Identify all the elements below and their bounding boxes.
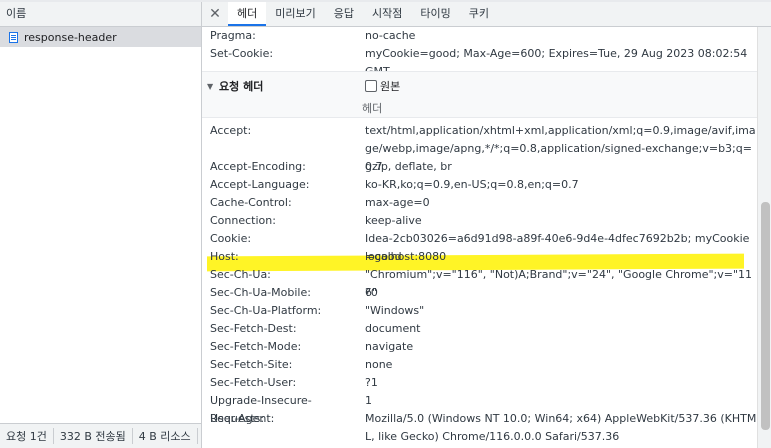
header-key: Sec-Fetch-Mode: — [210, 340, 302, 353]
header-key: Accept-Language: — [210, 178, 310, 191]
request-header-row: Accept-Language: ko-KR,ko;q=0.9,en-US;q=… — [210, 176, 757, 194]
request-header-row: Sec-Fetch-Dest: document — [210, 320, 757, 338]
close-icon[interactable]: ✕ — [202, 6, 228, 22]
response-header-row: Pragma: no-cache — [210, 27, 757, 45]
request-header-row: Sec-Fetch-Site: none — [210, 356, 757, 374]
checkbox-label: 원본 — [380, 80, 401, 93]
section-title: 요청 헤더 — [219, 80, 264, 93]
request-row-response-header[interactable]: response-header — [0, 27, 201, 47]
request-list-panel: 이름 response-header 요청 1건 332 B 전송됨 4 B 리… — [0, 2, 202, 448]
network-status-bar: 요청 1건 332 B 전송됨 4 B 리소스 — [0, 423, 201, 448]
header-key: User-Agent: — [210, 412, 275, 425]
header-value: localhost:8080 — [365, 250, 447, 263]
header-value: gzip, deflate, br — [365, 160, 452, 173]
headers-content: Pragma: no-cache Set-Cookie: myCookie=go… — [202, 27, 757, 448]
request-name: response-header — [24, 30, 117, 44]
request-header-row: User-Agent: Mozilla/5.0 (Windows NT 10.0… — [210, 410, 757, 446]
detail-tabbar: ✕ 헤더 미리보기 응답 시작점 타이밍 쿠키 — [202, 2, 771, 27]
header-key: Pragma: — [210, 29, 256, 42]
header-key: Accept-Encoding: — [210, 160, 306, 173]
scrollbar-thumb[interactable] — [761, 202, 770, 430]
header-value: "Windows" — [365, 304, 425, 317]
request-header-row: Connection: keep-alive — [210, 212, 757, 230]
header-key: Host: — [210, 250, 239, 263]
header-key: Sec-Ch-Ua-Mobile: — [210, 286, 311, 299]
header-value: max-age=0 — [365, 196, 430, 209]
tab-timing[interactable]: 타이밍 — [411, 2, 459, 26]
header-value: keep-alive — [365, 214, 422, 227]
request-header-row: Sec-Ch-Ua-Platform: "Windows" — [210, 302, 757, 320]
tab-response[interactable]: 응답 — [325, 2, 363, 26]
header-key: Connection: — [210, 214, 276, 227]
header-value: none — [365, 358, 393, 371]
request-header-row: Sec-Fetch-Mode: navigate — [210, 338, 757, 356]
tab-preview[interactable]: 미리보기 — [266, 2, 324, 26]
header-value: Mozilla/5.0 (Windows NT 10.0; Win64; x64… — [365, 412, 757, 443]
header-key: Cache-Control: — [210, 196, 292, 209]
header-key: Sec-Fetch-User: — [210, 376, 297, 389]
tab-cookies[interactable]: 쿠키 — [460, 2, 498, 26]
tab-headers[interactable]: 헤더 — [228, 2, 267, 26]
transferred-size: 332 B 전송됨 — [54, 428, 133, 444]
header-value: ko-KR,ko;q=0.9,en-US;q=0.8,en;q=0.7 — [365, 178, 579, 191]
request-header-row: Host: localhost:8080 — [210, 248, 757, 266]
expand-triangle-icon[interactable]: ▼ — [207, 82, 213, 91]
header-value: no-cache — [365, 29, 416, 42]
request-header-row: Accept-Encoding: gzip, deflate, br — [210, 158, 757, 176]
header-key: Sec-Fetch-Site: — [210, 358, 293, 371]
request-headers-section-header[interactable]: ▼ 요청 헤더 원본 헤더 — [202, 72, 757, 117]
header-key: Sec-Fetch-Dest: — [210, 322, 297, 335]
resource-size: 4 B 리소스 — [133, 428, 198, 444]
headers-subheading: 헤더 — [362, 102, 383, 115]
header-value: ?1 — [365, 376, 378, 389]
document-icon — [9, 31, 18, 43]
header-value: document — [365, 322, 421, 335]
checkbox-box[interactable] — [365, 80, 377, 92]
header-key: Sec-Ch-Ua-Platform: — [210, 304, 322, 317]
tab-initiator[interactable]: 시작점 — [363, 2, 411, 26]
request-header-row: Sec-Ch-Ua-Mobile: ?0 — [210, 284, 757, 302]
name-column-header[interactable]: 이름 — [0, 2, 201, 27]
header-value: ?0 — [365, 286, 378, 299]
section-divider — [202, 117, 757, 118]
raw-checkbox[interactable]: 원본 — [365, 78, 400, 94]
vertical-scrollbar[interactable] — [757, 27, 771, 448]
request-header-row: Cache-Control: max-age=0 — [210, 194, 757, 212]
header-value: navigate — [365, 340, 414, 353]
request-count: 요청 1건 — [0, 428, 54, 444]
request-header-row: Sec-Fetch-User: ?1 — [210, 374, 757, 392]
